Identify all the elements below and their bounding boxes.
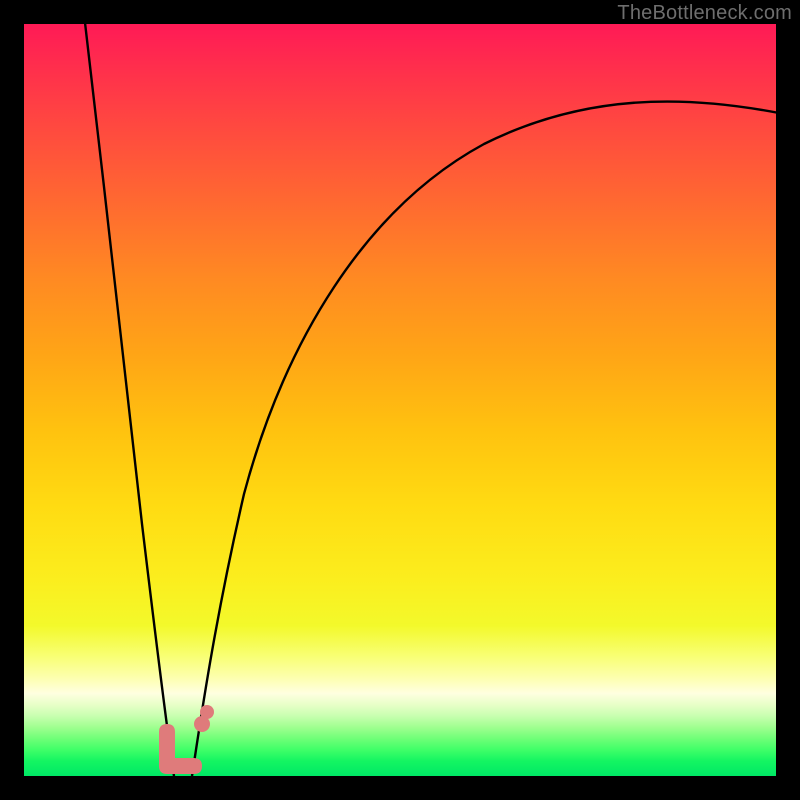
plot-area xyxy=(24,24,776,776)
curve-right-branch xyxy=(192,102,776,776)
watermark-text: TheBottleneck.com xyxy=(617,2,792,25)
bottleneck-curve xyxy=(24,24,776,776)
marker-dot-pair xyxy=(194,705,214,732)
chart-frame: TheBottleneck.com xyxy=(0,0,800,800)
curve-left-branch xyxy=(84,24,174,776)
